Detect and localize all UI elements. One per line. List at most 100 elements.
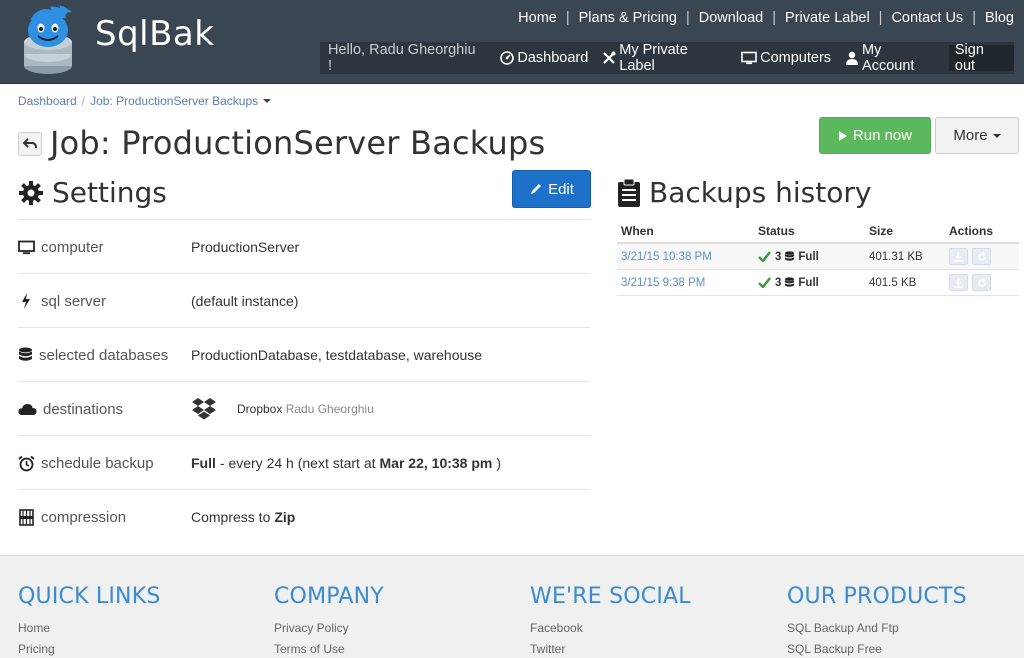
- user-nav-account-label: My Account: [862, 42, 915, 74]
- backup-type: Full: [798, 276, 819, 289]
- backup-type: Full: [798, 250, 819, 263]
- user-nav-private-label[interactable]: My Private Label: [595, 42, 734, 74]
- schedule-interval: - every 24 h (next start at: [219, 455, 376, 471]
- column-header-status: Status: [758, 224, 795, 238]
- chevron-down-icon[interactable]: [263, 99, 272, 103]
- user-nav-account[interactable]: My Account: [838, 42, 944, 74]
- footer-products: OUR PRODUCTS SQL Backup And Ftp SQL Back…: [787, 584, 967, 658]
- check-icon: [758, 251, 771, 262]
- breadcrumb-dashboard-link[interactable]: Dashboard: [18, 94, 77, 108]
- back-button[interactable]: [18, 132, 42, 156]
- dropbox-destination[interactable]: Dropbox Radu Gheorghiu: [191, 397, 374, 421]
- setting-label: sql server: [41, 292, 107, 310]
- greeting-text: Hello, Radu Gheorghiu !: [328, 42, 476, 74]
- tools-icon: [603, 51, 616, 64]
- backups-history-table: When Status Size Actions 3/21/15 10:38 P…: [617, 220, 1019, 296]
- setting-label: schedule backup: [41, 454, 154, 472]
- user-nav-dashboard-label: Dashboard: [517, 50, 589, 66]
- footer-heading: OUR PRODUCTS: [787, 584, 967, 609]
- download-backup-button[interactable]: [949, 248, 968, 265]
- setting-value: Compress to Zip: [191, 490, 299, 544]
- schedule-type: Full: [191, 455, 216, 471]
- setting-label: computer: [41, 238, 104, 256]
- play-icon: [838, 130, 847, 141]
- download-backup-button[interactable]: [949, 274, 968, 291]
- footer-link-pricing[interactable]: Pricing: [18, 639, 160, 658]
- column-header-when: When: [621, 224, 654, 238]
- breadcrumb-current-job[interactable]: Job: ProductionServer Backups: [90, 94, 258, 108]
- setting-row-schedule: schedule backup Full - every 24 h (next …: [18, 435, 590, 489]
- footer-link-twitter[interactable]: Twitter: [530, 639, 691, 658]
- destination-provider: Dropbox: [237, 402, 283, 416]
- footer-link-facebook[interactable]: Facebook: [530, 618, 691, 639]
- backups-history-title: Backups history: [649, 176, 872, 209]
- database-icon: [785, 276, 795, 287]
- footer-heading: WE'RE SOCIAL: [530, 584, 691, 609]
- user-nav-computers-label: Computers: [760, 50, 832, 66]
- database-icon: [785, 250, 795, 261]
- breadcrumb: Dashboard / Job: ProductionServer Backup…: [18, 94, 272, 108]
- brand-name[interactable]: SqlBak: [95, 14, 214, 54]
- footer-heading: COMPANY: [274, 584, 384, 609]
- schedule-next-start: Mar 22, 10:38 pm: [379, 455, 493, 471]
- sqlbak-logo-icon[interactable]: [18, 4, 78, 76]
- nav-plans-pricing[interactable]: Plans & Pricing: [570, 10, 686, 26]
- clipboard-icon: [618, 178, 640, 207]
- compression-format: Zip: [274, 509, 296, 525]
- setting-row-databases: selected databases ProductionDatabase, t…: [18, 327, 590, 381]
- footer-quick-links: QUICK LINKS Home Pricing: [18, 584, 160, 658]
- setting-label: compression: [41, 508, 127, 526]
- footer-link-home[interactable]: Home: [18, 618, 160, 639]
- backup-db-count: 3: [775, 276, 782, 289]
- nav-download[interactable]: Download: [690, 10, 773, 26]
- download-icon: [954, 277, 963, 288]
- backup-time-link[interactable]: 3/21/15 9:38 PM: [621, 277, 705, 289]
- monitor-icon: [18, 240, 35, 254]
- nav-contact-us[interactable]: Contact Us: [882, 10, 972, 26]
- lightning-icon: [22, 293, 30, 309]
- alarm-clock-icon: [18, 455, 35, 471]
- user-nav-private-label-text: My Private Label: [619, 42, 688, 74]
- sign-out-button[interactable]: Sign out: [948, 42, 1015, 74]
- column-header-size: Size: [869, 224, 894, 238]
- breadcrumb-divider: /: [81, 94, 86, 108]
- more-dropdown-button[interactable]: More: [935, 117, 1019, 154]
- settings-title-text: Settings: [52, 176, 167, 209]
- caret-down-icon: [992, 133, 1001, 138]
- setting-row-computer: computer ProductionServer: [18, 219, 590, 273]
- edit-label: Edit: [548, 180, 574, 198]
- setting-value: ProductionServer: [191, 239, 300, 255]
- backup-size: 401.31 KB: [869, 250, 923, 263]
- restore-backup-button[interactable]: [972, 274, 991, 291]
- pencil-icon: [531, 184, 542, 194]
- edit-settings-button[interactable]: Edit: [512, 170, 591, 208]
- footer-link-terms-of-use[interactable]: Terms of Use: [274, 639, 384, 658]
- user-icon: [846, 51, 859, 65]
- restore-icon: [977, 251, 986, 261]
- check-icon: [758, 277, 771, 288]
- setting-value: (default instance): [191, 293, 299, 309]
- footer-link-privacy-policy[interactable]: Privacy Policy: [274, 618, 384, 639]
- nav-home[interactable]: Home: [509, 10, 566, 26]
- user-nav-computers[interactable]: Computers: [734, 50, 838, 66]
- backup-status: 3 Full: [758, 277, 819, 289]
- setting-value: ProductionDatabase, testdatabase, wareho…: [191, 347, 483, 363]
- more-label: More: [953, 127, 988, 144]
- top-navigation: Home | Plans & Pricing | Download | Priv…: [509, 10, 1014, 26]
- backups-history-heading: Backups history: [617, 176, 871, 209]
- footer-link-sql-backup-free[interactable]: SQL Backup Free: [787, 639, 967, 658]
- nav-private-label[interactable]: Private Label: [776, 10, 879, 26]
- back-arrow-icon: [23, 138, 37, 149]
- table-header-row: When Status Size Actions: [617, 220, 1019, 244]
- download-icon: [954, 251, 963, 262]
- backup-time-link[interactable]: 3/21/15 10:38 PM: [621, 251, 712, 263]
- setting-row-compression: compression Compress to Zip: [18, 489, 590, 543]
- restore-backup-button[interactable]: [972, 248, 991, 265]
- nav-blog[interactable]: Blog: [976, 10, 1014, 26]
- dropbox-icon: [192, 398, 216, 420]
- setting-row-sql-server: sql server (default instance): [18, 273, 590, 327]
- footer-link-sql-backup-and-ftp[interactable]: SQL Backup And Ftp: [787, 618, 967, 639]
- run-now-button[interactable]: Run now: [819, 117, 931, 154]
- page-title: Job: ProductionServer Backups: [50, 124, 546, 162]
- user-nav-dashboard[interactable]: Dashboard: [493, 50, 595, 66]
